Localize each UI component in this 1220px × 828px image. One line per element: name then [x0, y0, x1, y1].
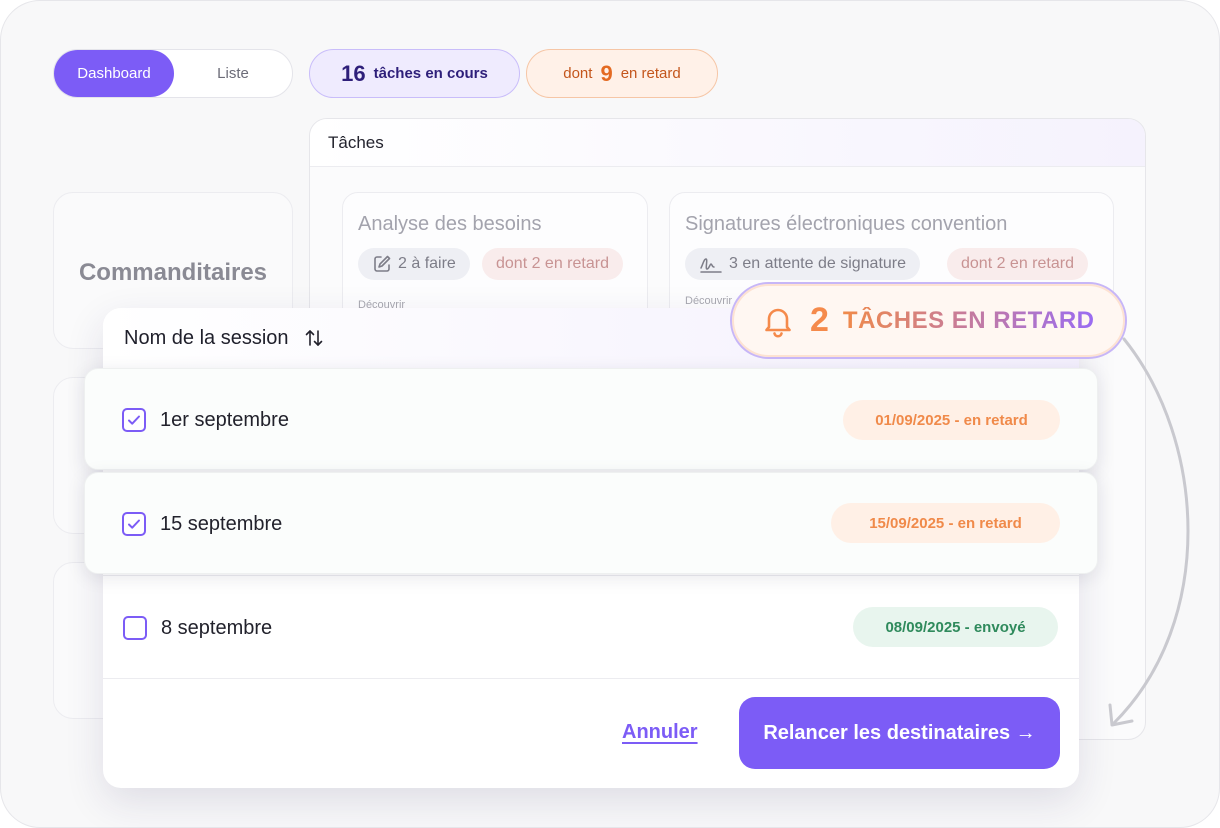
session-row[interactable]: 1er septembre 01/09/2025 - en retard — [84, 368, 1098, 470]
commanditaires-title: Commanditaires — [78, 259, 268, 286]
session-checkbox[interactable] — [123, 616, 147, 640]
late-tasks-alert[interactable]: 2 TÂCHES EN RETARD — [730, 282, 1127, 359]
sort-icon[interactable] — [303, 327, 325, 349]
bell-icon — [765, 308, 791, 337]
session-row[interactable]: 8 septembre 08/09/2025 - envoyé — [103, 575, 1079, 679]
pending-signature-tag: 3 en attente de signature — [685, 248, 921, 280]
tasks-late-count: 9 — [600, 60, 613, 86]
signature-icon — [700, 258, 722, 273]
tasks-late-badge: dont 9 en retard — [526, 49, 718, 98]
late-tag: dont 2 en retard — [482, 248, 623, 280]
late-tasks-count: 2 — [810, 301, 829, 339]
session-name: 8 septembre — [161, 617, 273, 639]
discover-link[interactable]: Découvrir — [685, 295, 732, 307]
late-tag: dont 2 en retard — [947, 248, 1088, 280]
tasks-in-progress-badge: 16 tâches en cours — [309, 49, 520, 98]
tasks-in-progress-label: tâches en cours — [373, 65, 488, 82]
session-row[interactable]: 15 septembre 15/09/2025 - en retard — [84, 472, 1098, 574]
session-checkbox[interactable] — [122, 408, 146, 432]
tasks-late-prefix: dont — [563, 65, 593, 82]
session-name: 1er septembre — [160, 409, 289, 431]
tasks-late-label: en retard — [620, 65, 681, 82]
todo-tag: 2 à faire — [358, 248, 470, 280]
status-badge: 08/09/2025 - envoyé — [853, 607, 1058, 647]
app-frame: Dashboard Liste 16 tâches en cours dont … — [0, 0, 1220, 828]
late-tasks-label: TÂCHES EN RETARD — [842, 306, 1095, 334]
edit-icon — [374, 255, 391, 272]
tasks-in-progress-count: 16 — [341, 60, 366, 86]
check-icon — [128, 415, 140, 425]
session-name-column-header[interactable]: Nom de la session — [124, 327, 289, 350]
curved-arrow-icon — [1108, 337, 1190, 727]
session-name: 15 septembre — [160, 513, 283, 535]
list-tab[interactable]: Liste — [174, 50, 292, 97]
task-card-title: Analyse des besoins — [358, 213, 542, 235]
relaunch-recipients-button[interactable]: Relancer les destinataires → — [739, 697, 1060, 769]
view-toggle: Dashboard Liste — [53, 49, 293, 98]
cancel-button[interactable]: Annuler — [622, 721, 698, 744]
tasks-panel-title: Tâches — [310, 119, 1145, 167]
status-badge: 15/09/2025 - en retard — [831, 503, 1060, 543]
todo-tag-label: 2 à faire — [398, 255, 456, 272]
task-card-title: Signatures électroniques convention — [685, 213, 1008, 235]
check-icon — [128, 519, 140, 529]
pending-signature-label: 3 en attente de signature — [729, 255, 907, 272]
dashboard-tab[interactable]: Dashboard — [54, 50, 174, 97]
session-checkbox[interactable] — [122, 512, 146, 536]
status-badge: 01/09/2025 - en retard — [843, 400, 1060, 440]
